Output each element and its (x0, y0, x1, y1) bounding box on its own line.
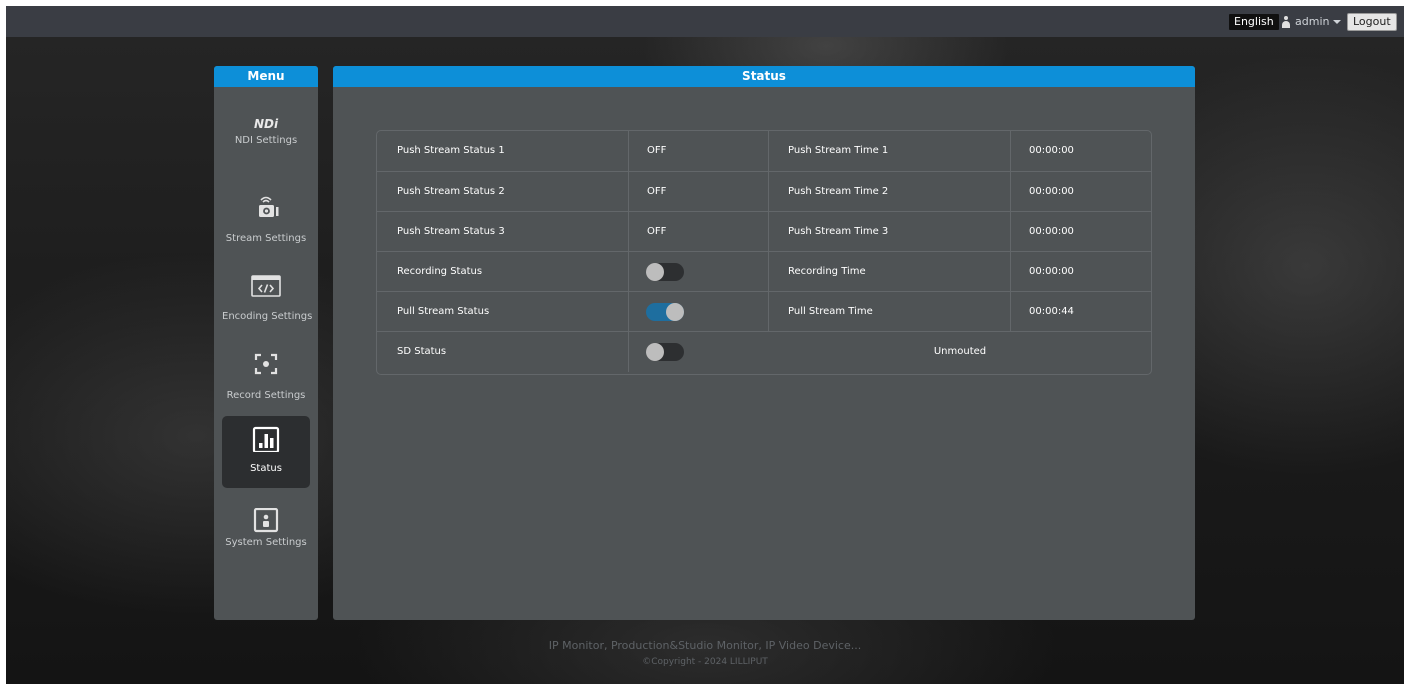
status-label: Push Stream Status 2 (397, 186, 505, 197)
table-row: Push Stream Status 3 OFF Push Stream Tim… (377, 211, 1151, 252)
page-title: Status (333, 66, 1195, 87)
status-label: Push Stream Status 3 (397, 226, 505, 237)
sidebar-item-record-settings[interactable]: Record Settings (222, 341, 310, 413)
status-value: OFF (647, 145, 667, 156)
sidebar-item-label: Encoding Settings (222, 311, 313, 322)
table-row: Recording Status Recording Time 00:00:00 (377, 251, 1151, 292)
time-value: 00:00:00 (1029, 186, 1074, 197)
side-menu: Menu NDi NDI Settings Stream Settings En… (214, 66, 318, 620)
status-label: Pull Stream Status (397, 306, 490, 317)
sd-status-value: Unmouted (933, 346, 987, 357)
system-user-icon (253, 508, 279, 533)
time-label: Push Stream Time 3 (788, 226, 889, 237)
time-label: Recording Time (788, 266, 866, 277)
table-row: Pull Stream Status Pull Stream Time 00:0… (377, 291, 1151, 332)
menu-title: Menu (214, 66, 318, 87)
stream-camera-icon (259, 196, 279, 217)
sidebar-item-label: NDI Settings (234, 135, 298, 146)
time-value: 00:00:00 (1029, 266, 1074, 277)
chevron-down-icon (1333, 20, 1342, 24)
time-value: 00:00:00 (1029, 145, 1074, 156)
status-table: Push Stream Status 1 OFF Push Stream Tim… (376, 130, 1152, 375)
code-window-icon (251, 275, 281, 297)
footer-tagline: IP Monitor, Production&Studio Monitor, I… (548, 639, 862, 652)
sidebar-item-label: System Settings (225, 537, 307, 548)
status-value: OFF (647, 186, 667, 197)
user-name: admin (1295, 15, 1330, 28)
table-row: SD Status Unmouted (377, 331, 1151, 372)
bar-chart-icon (252, 426, 280, 452)
sidebar-item-ndi-settings[interactable]: NDi NDI Settings (222, 106, 310, 178)
sd-status-toggle[interactable] (646, 343, 684, 361)
status-label: SD Status (397, 346, 447, 357)
pull-stream-status-toggle[interactable] (646, 303, 684, 321)
sidebar-item-status[interactable]: Status (222, 416, 310, 488)
logout-button[interactable]: Logout (1347, 13, 1397, 31)
status-value: OFF (647, 226, 667, 237)
language-selector[interactable]: English (1229, 14, 1279, 30)
time-label: Push Stream Time 1 (788, 145, 889, 156)
sidebar-item-label: Record Settings (226, 390, 306, 401)
record-frame-icon (254, 353, 278, 375)
sidebar-item-system-settings[interactable]: System Settings (222, 498, 310, 570)
sidebar-item-label: Stream Settings (225, 233, 307, 244)
time-label: Pull Stream Time (788, 306, 873, 317)
table-row: Push Stream Status 2 OFF Push Stream Tim… (377, 171, 1151, 212)
app-background: English admin Logout Menu NDi NDI Settin… (6, 6, 1404, 684)
time-value: 00:00:00 (1029, 226, 1074, 237)
ndi-logo-icon: NDi (253, 117, 279, 131)
status-panel: Status Push Stream Status 1 OFF Push Str… (333, 66, 1195, 620)
table-row: Push Stream Status 1 OFF Push Stream Tim… (377, 131, 1151, 171)
sidebar-item-encoding-settings[interactable]: Encoding Settings (222, 262, 313, 334)
top-bar: English admin Logout (6, 6, 1404, 37)
time-label: Push Stream Time 2 (788, 186, 889, 197)
user-icon (1281, 15, 1291, 29)
status-label: Push Stream Status 1 (397, 145, 505, 156)
sidebar-item-stream-settings[interactable]: Stream Settings (222, 184, 310, 256)
sidebar-item-label: Status (250, 463, 282, 474)
time-value: 00:00:44 (1029, 306, 1074, 317)
status-label: Recording Status (397, 266, 483, 277)
user-menu[interactable]: admin (1281, 13, 1342, 31)
footer-copyright: ©Copyright - 2024 LILLIPUT (642, 657, 768, 667)
recording-status-toggle[interactable] (646, 263, 684, 281)
